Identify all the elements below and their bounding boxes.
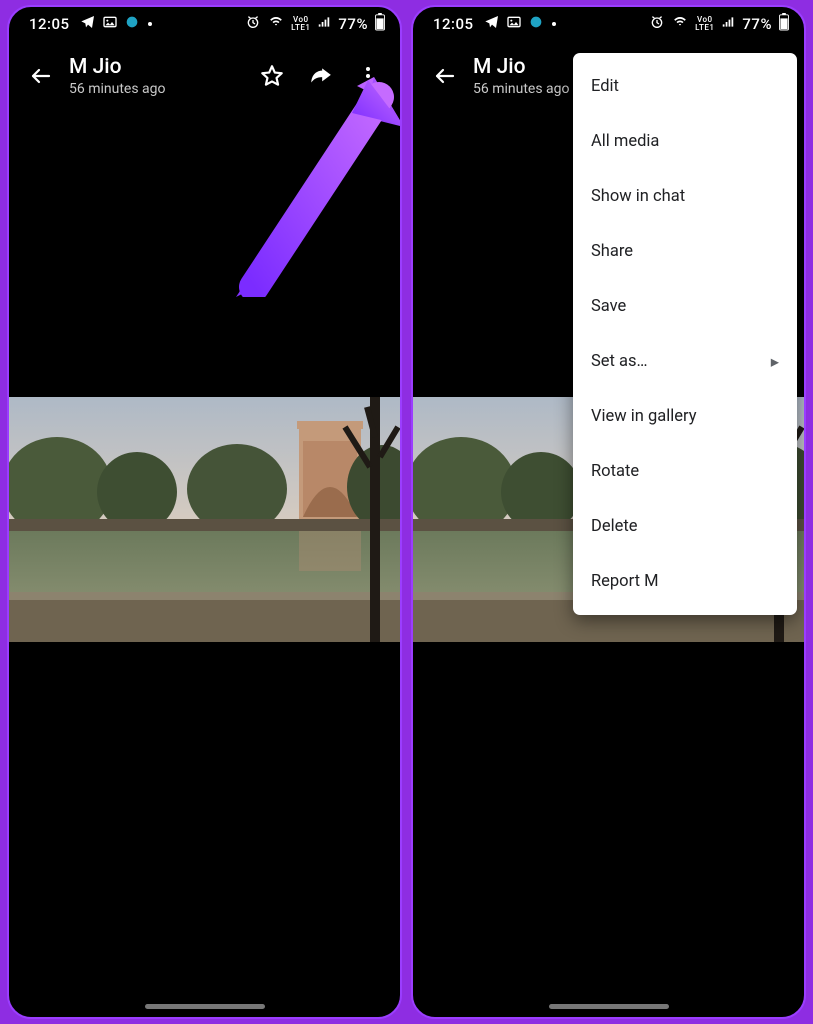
menu-item-label: Share (591, 242, 633, 261)
back-button[interactable] (421, 52, 469, 100)
battery-icon (374, 13, 386, 35)
menu-item-share[interactable]: Share (573, 224, 797, 279)
menu-item-label: View in gallery (591, 407, 697, 426)
menu-item-save[interactable]: Save (573, 279, 797, 334)
battery-icon (778, 13, 790, 35)
signal-icon (720, 15, 736, 33)
telegram-icon (484, 14, 500, 34)
menu-item-label: All media (591, 132, 659, 151)
contact-name: M Jio (69, 55, 248, 79)
signal-icon (316, 15, 332, 33)
battery-percent: 77% (338, 15, 368, 33)
submenu-chevron-icon: ▸ (771, 352, 779, 372)
title-block[interactable]: M Jio 56 minutes ago (69, 55, 248, 97)
status-clock: 12:05 (433, 15, 474, 33)
alarm-icon (245, 14, 261, 34)
notification-overflow-dot (552, 22, 556, 26)
back-button[interactable] (17, 52, 65, 100)
menu-item-label: Rotate (591, 462, 639, 481)
hc-badge-icon (124, 14, 140, 34)
telegram-icon (80, 14, 96, 34)
home-indicator[interactable] (549, 1004, 669, 1009)
lte-indicator: Vo0LTE1 (695, 16, 714, 32)
menu-item-all-media[interactable]: All media (573, 114, 797, 169)
menu-item-edit[interactable]: Edit (573, 59, 797, 114)
hc-badge-icon (528, 14, 544, 34)
alarm-icon (649, 14, 665, 34)
phone-screenshot-right: 12:05 Vo0LTE1 77% M Jio 56 minutes ago (411, 5, 806, 1019)
phone-screenshot-left: 12:05 Vo0LTE1 77% M Jio 56 minutes ago (7, 5, 402, 1019)
menu-item-view-in-gallery[interactable]: View in gallery (573, 389, 797, 444)
wifi-icon (671, 15, 689, 33)
overflow-menu: Edit All media Show in chat Share Save S… (573, 53, 797, 615)
home-indicator[interactable] (145, 1004, 265, 1009)
menu-item-label: Set as… (591, 352, 648, 371)
menu-item-show-in-chat[interactable]: Show in chat (573, 169, 797, 224)
media-image[interactable] (9, 397, 400, 642)
menu-item-delete[interactable]: Delete (573, 499, 797, 554)
more-options-button[interactable] (344, 52, 392, 100)
picture-icon (102, 14, 118, 34)
star-button[interactable] (248, 52, 296, 100)
forward-button[interactable] (296, 52, 344, 100)
battery-percent: 77% (742, 15, 772, 33)
media-timestamp: 56 minutes ago (69, 81, 248, 97)
menu-item-set-as[interactable]: Set as… ▸ (573, 334, 797, 389)
status-bar: 12:05 Vo0LTE1 77% (413, 7, 804, 41)
menu-item-label: Report M (591, 572, 658, 591)
status-clock: 12:05 (29, 15, 70, 33)
menu-item-label: Delete (591, 517, 638, 536)
app-bar: M Jio 56 minutes ago (9, 41, 400, 111)
menu-item-report[interactable]: Report M (573, 554, 797, 609)
menu-item-label: Save (591, 297, 626, 316)
wifi-icon (267, 15, 285, 33)
notification-overflow-dot (148, 22, 152, 26)
status-bar: 12:05 Vo0LTE1 77% (9, 7, 400, 41)
menu-item-label: Show in chat (591, 187, 685, 206)
menu-item-label: Edit (591, 77, 619, 96)
menu-item-rotate[interactable]: Rotate (573, 444, 797, 499)
lte-indicator: Vo0LTE1 (291, 16, 310, 32)
picture-icon (506, 14, 522, 34)
